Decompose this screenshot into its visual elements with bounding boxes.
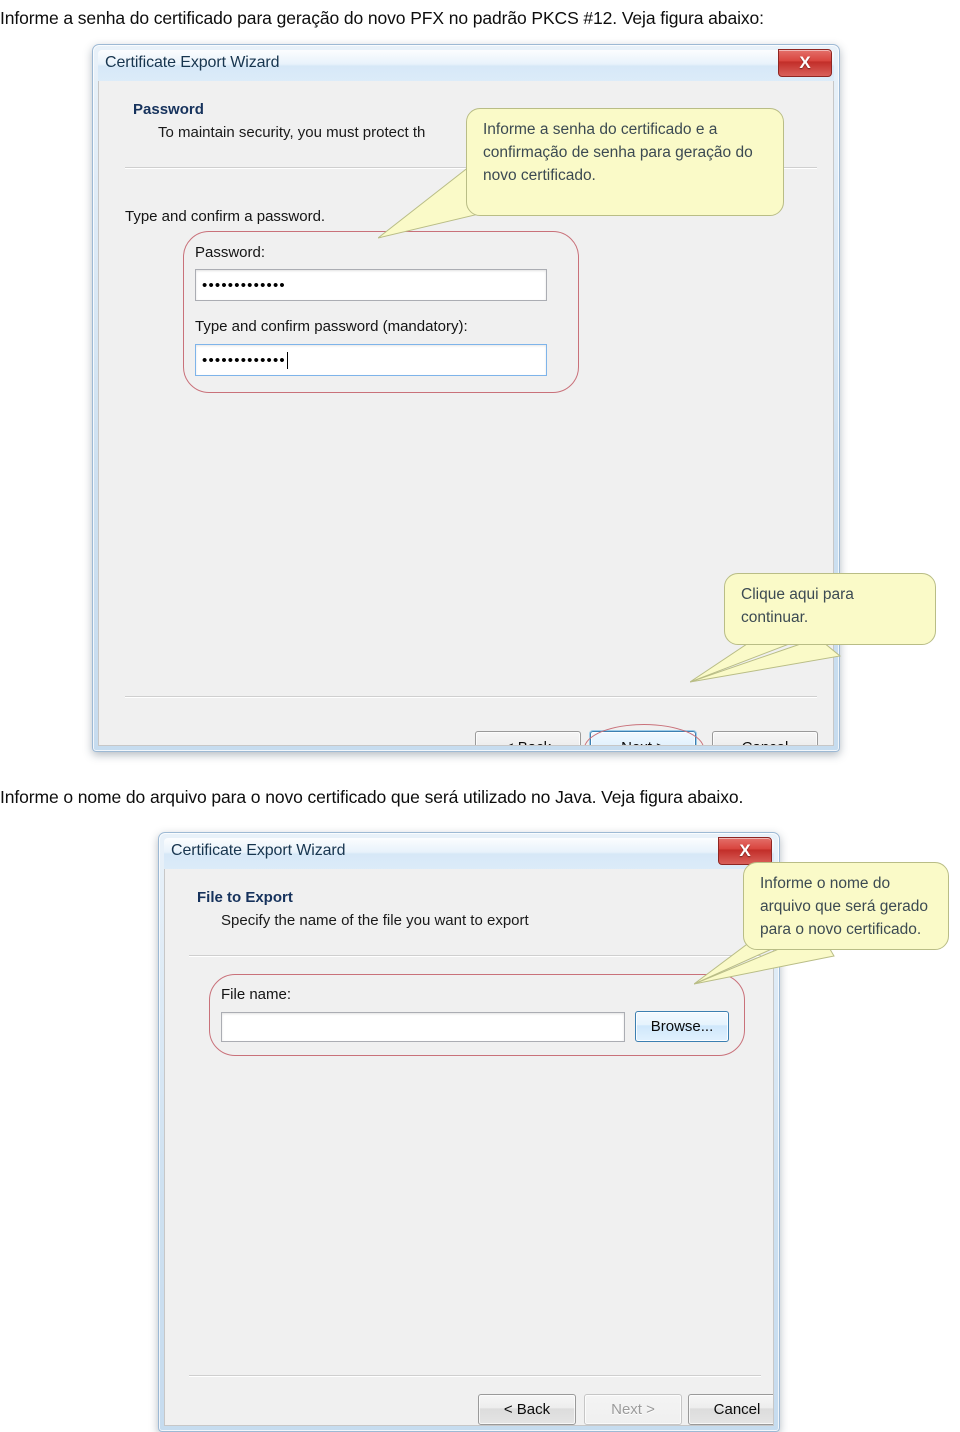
dialog-title: Certificate Export Wizard bbox=[105, 54, 280, 71]
file-section-subheading: Specify the name of the file you want to… bbox=[221, 912, 529, 929]
password-section-heading: Password bbox=[133, 101, 204, 118]
file-name-paragraph: Informe o nome do arquivo para o novo ce… bbox=[0, 787, 744, 807]
password-section-subheading: To maintain security, you must protect t… bbox=[158, 124, 426, 141]
cancel-button-2[interactable]: Cancel bbox=[688, 1394, 773, 1425]
confirm-password-input[interactable]: ••••••••••••• bbox=[195, 344, 547, 376]
file-callout: Informe o nome do arquivo que será gerad… bbox=[743, 862, 949, 950]
cancel-button[interactable]: Cancel bbox=[712, 731, 818, 745]
password-field-label: Password: bbox=[195, 244, 266, 261]
dialog-title-2: Certificate Export Wizard bbox=[171, 842, 346, 859]
back-button[interactable]: < Back bbox=[475, 731, 581, 745]
back-button-2[interactable]: < Back bbox=[478, 1394, 576, 1425]
password-callout: Informe a senha do certificado e a confi… bbox=[466, 108, 784, 216]
footer-divider bbox=[125, 696, 817, 698]
type-confirm-instruction: Type and confirm a password. bbox=[125, 208, 326, 225]
confirm-password-field-label: Type and confirm password (mandatory): bbox=[195, 318, 468, 335]
file-section-heading: File to Export bbox=[197, 889, 293, 906]
close-icon-2[interactable]: X bbox=[718, 837, 772, 865]
file-name-label: File name: bbox=[221, 986, 292, 1003]
dialog-titlebar: Certificate Export Wizard X bbox=[98, 49, 834, 81]
file-name-input[interactable] bbox=[221, 1012, 625, 1042]
footer-divider-2 bbox=[189, 1375, 761, 1377]
browse-button[interactable]: Browse... bbox=[635, 1011, 729, 1042]
confirm-password-value: ••••••••••••• bbox=[202, 351, 286, 369]
close-icon[interactable]: X bbox=[778, 49, 832, 77]
intro-paragraph: Informe a senha do certificado para gera… bbox=[0, 8, 764, 28]
password-input[interactable]: ••••••••••••• bbox=[195, 269, 547, 301]
next-callout: Clique aqui para continuar. bbox=[724, 573, 936, 645]
certificate-export-wizard-file-dialog: Certificate Export Wizard X File to Expo… bbox=[158, 832, 780, 1432]
dialog-titlebar-2: Certificate Export Wizard X bbox=[164, 837, 774, 869]
header-divider-2 bbox=[189, 955, 761, 957]
text-caret bbox=[286, 351, 288, 369]
dialog-content-2: File to Export Specify the name of the f… bbox=[164, 869, 774, 1426]
next-button[interactable]: Next > bbox=[590, 731, 696, 745]
next-button-2: Next > bbox=[584, 1394, 682, 1425]
